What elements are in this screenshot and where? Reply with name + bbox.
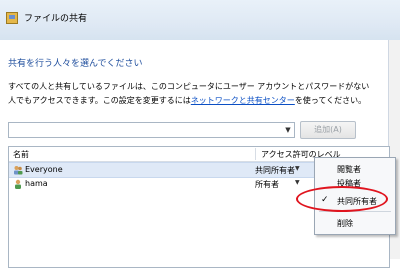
description-line-2: 人でもアクセスできます。この設定を変更するにはネットワークと共有センターを使って… (8, 96, 367, 105)
permission-dropdown-arrow-icon[interactable]: ▼ (295, 165, 300, 172)
add-button[interactable]: 追加(A) (300, 121, 356, 139)
highlight-ellipse (296, 186, 388, 212)
menu-item-remove[interactable]: 削除 (315, 216, 395, 230)
title-bar: ファイルの共有 (0, 0, 400, 40)
share-folder-icon (6, 12, 18, 24)
group-user-icon (14, 166, 23, 175)
description: すべての人と共有しているファイルは、このコンピュータにユーザー アカウントとパス… (8, 80, 388, 108)
row-permission[interactable]: 所有者 (255, 179, 279, 190)
column-header-name[interactable]: 名前 (13, 149, 29, 160)
dropdown-arrow-icon[interactable]: ▼ (282, 123, 294, 137)
description-line-1: すべての人と共有しているファイルは、このコンピュータにユーザー アカウントとパス… (8, 82, 370, 91)
user-icon (15, 179, 21, 189)
user-combo-box[interactable]: ▼ (8, 122, 295, 138)
column-separator (255, 148, 256, 160)
window-title: ファイルの共有 (24, 14, 88, 24)
permission-dropdown-arrow-icon[interactable]: ▼ (295, 179, 300, 186)
row-name: Everyone (25, 165, 63, 174)
network-center-link[interactable]: ネットワークと共有センター (191, 96, 295, 105)
menu-item-reader[interactable]: 閲覧者 (315, 162, 395, 176)
page-heading: 共有を行う人々を選んでください (8, 59, 143, 69)
row-permission[interactable]: 共同所有者 (255, 165, 295, 176)
row-name: hama (25, 179, 48, 188)
